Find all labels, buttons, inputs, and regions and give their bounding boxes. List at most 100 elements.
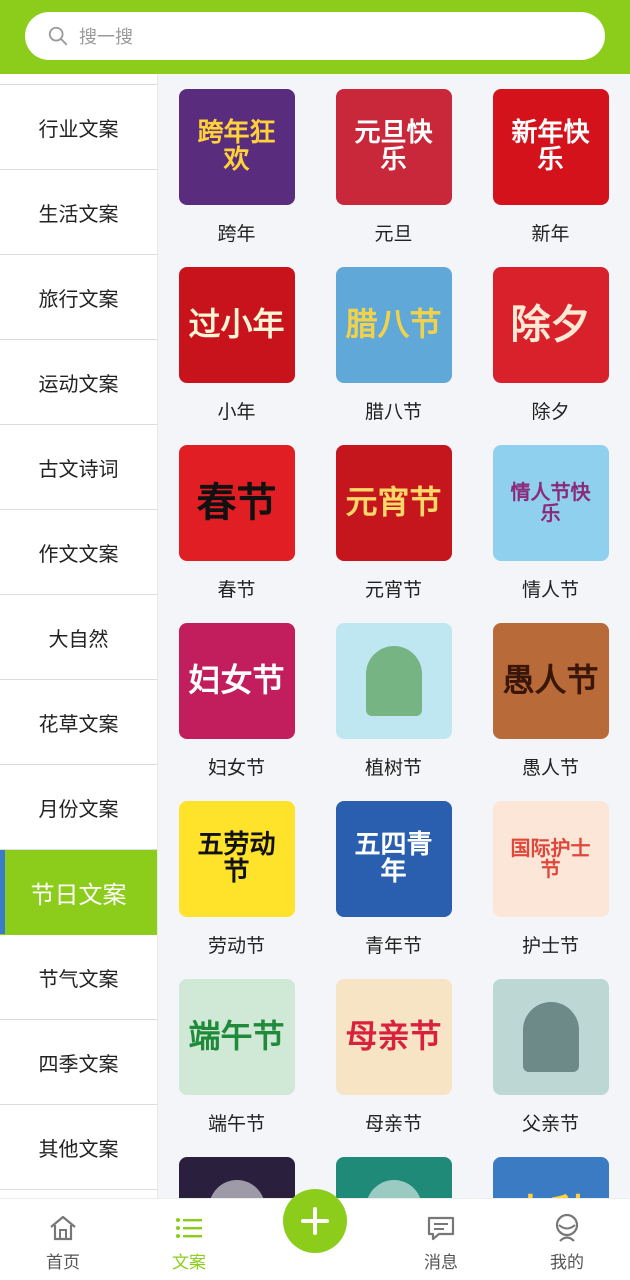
festival-label: 春节 (217, 579, 256, 601)
festival-grid-panel: 跨年狂欢 跨年 元旦快乐 元旦 新年快乐 新年 过小年 小年 腊八节 腊八节 除夕 除夕 春节 春节 元宵节… (158, 74, 630, 1198)
festival-thumbnail: 端午节 (178, 979, 295, 1095)
festival-thumbnail: 母亲节 (335, 979, 452, 1095)
festival-thumbnail: 新年快乐 (492, 89, 609, 205)
sidebar-item[interactable]: 旅行文案 (0, 255, 157, 340)
festival-label: 除夕 (531, 401, 570, 423)
nav-mine-label: 我的 (550, 1253, 584, 1273)
festival-thumbnail-art: 情人节快乐 (510, 480, 591, 525)
festival-card[interactable]: 妇女节 妇女节 (158, 623, 315, 801)
festival-card[interactable]: 元旦快乐 元旦 (315, 89, 472, 267)
festival-label: 愚人节 (521, 757, 579, 779)
chat-bubble-icon (427, 1216, 455, 1241)
festival-label: 护士节 (521, 935, 579, 957)
nav-messages-label: 消息 (424, 1253, 458, 1273)
festival-card[interactable]: 国际护士节 护士节 (472, 801, 629, 979)
festival-thumbnail-art: 腊八节 (345, 305, 442, 344)
sidebar-item[interactable]: 大自然 (0, 595, 157, 680)
festival-card[interactable]: 元宵节 元宵节 (315, 445, 472, 623)
festival-thumbnail: 五四青年 (335, 801, 452, 917)
festival-thumbnail-art: 春节 (196, 479, 277, 526)
festival-thumbnail-art: 元旦快乐 (354, 117, 433, 175)
festival-thumbnail: 元旦快乐 (335, 89, 452, 205)
festival-card[interactable]: 植树节 (315, 623, 472, 801)
festival-thumbnail-art: 新年快乐 (511, 117, 590, 175)
festival-label: 元旦 (374, 223, 413, 245)
list-icon (176, 1218, 202, 1238)
festival-card[interactable]: 过小年 小年 (158, 267, 315, 445)
festival-label: 父亲节 (521, 1113, 579, 1135)
festival-card[interactable]: 端午节 端午节 (158, 979, 315, 1157)
festival-thumbnail-art: 妇女节 (188, 661, 285, 700)
festival-card[interactable] (158, 1157, 315, 1198)
festival-thumbnail-illustration (365, 646, 422, 716)
festival-thumbnail: 春节 (178, 445, 295, 561)
festival-label: 腊八节 (364, 401, 422, 423)
nav-home-label: 首页 (46, 1253, 80, 1273)
festival-card[interactable]: 母亲节 母亲节 (315, 979, 472, 1157)
festival-thumbnail: 跨年狂欢 (178, 89, 295, 205)
sidebar-item[interactable]: 行业文案 (0, 85, 157, 170)
festival-thumbnail: 元宵节 (335, 445, 452, 561)
festival-label: 情人节 (521, 579, 579, 601)
sidebar-item[interactable]: 运动文案 (0, 340, 157, 425)
nav-mine[interactable]: 我的 (504, 1199, 630, 1280)
festival-label: 劳动节 (207, 935, 265, 957)
festival-card[interactable]: 春节 春节 (158, 445, 315, 623)
add-button[interactable] (283, 1189, 347, 1253)
sidebar-divider (0, 74, 157, 85)
festival-thumbnail-illustration (522, 1002, 579, 1072)
festival-thumbnail-art: 五四青年 (354, 829, 433, 887)
festival-card[interactable]: 跨年狂欢 跨年 (158, 89, 315, 267)
festival-thumbnail: 中秋 (492, 1157, 609, 1198)
search-input[interactable]: 搜一搜 (25, 12, 605, 60)
festival-thumbnail-art: 元宵节 (345, 483, 442, 522)
festival-thumbnail: 除夕 (492, 267, 609, 383)
festival-label: 青年节 (364, 935, 422, 957)
sidebar-item[interactable]: 月份文案 (0, 765, 157, 850)
sidebar-item[interactable]: 生活文案 (0, 170, 157, 255)
festival-card[interactable]: 除夕 除夕 (472, 267, 629, 445)
festival-label: 小年 (217, 401, 256, 423)
festival-thumbnail: 国际护士节 (492, 801, 609, 917)
festival-thumbnail: 妇女节 (178, 623, 295, 739)
festival-card[interactable]: 五劳动节 劳动节 (158, 801, 315, 979)
sidebar-item[interactable]: 节气文案 (0, 935, 157, 1020)
sidebar-item[interactable]: 节日文案 (0, 850, 157, 935)
category-sidebar: 行业文案 生活文案 旅行文案 运动文案 古文诗词 作文文案 大自然 花草文案 月份文案 节日文案节… (0, 74, 158, 1198)
nav-copy[interactable]: 文案 (126, 1199, 252, 1280)
sidebar-list: 行业文案 生活文案 旅行文案 运动文案 古文诗词 作文文案 大自然 花草文案 月份文案 节日文案节… (0, 85, 157, 1190)
festival-thumbnail (335, 1157, 452, 1198)
festival-thumbnail (178, 1157, 295, 1198)
sidebar-item[interactable]: 古文诗词 (0, 425, 157, 510)
profile-icon (555, 1213, 579, 1242)
festival-label: 新年 (531, 223, 570, 245)
festival-label: 植树节 (364, 757, 422, 779)
festival-thumbnail: 腊八节 (335, 267, 452, 383)
festival-label: 母亲节 (364, 1113, 422, 1135)
festival-card[interactable]: 五四青年 青年节 (315, 801, 472, 979)
festival-card[interactable]: 父亲节 (472, 979, 629, 1157)
sidebar-item[interactable]: 花草文案 (0, 680, 157, 765)
festival-card[interactable]: 腊八节 腊八节 (315, 267, 472, 445)
festival-thumbnail: 过小年 (178, 267, 295, 383)
festival-card[interactable]: 新年快乐 新年 (472, 89, 629, 267)
festival-thumbnail: 情人节快乐 (492, 445, 609, 561)
festival-thumbnail: 五劳动节 (178, 801, 295, 917)
festival-card[interactable] (315, 1157, 472, 1198)
festival-thumbnail-art: 愚人节 (502, 661, 599, 700)
search-icon (48, 26, 68, 46)
nav-messages[interactable]: 消息 (378, 1199, 504, 1280)
festival-card[interactable]: 愚人节 愚人节 (472, 623, 629, 801)
festival-label: 元宵节 (364, 579, 422, 601)
festival-thumbnail: 愚人节 (492, 623, 609, 739)
sidebar-item[interactable]: 四季文案 (0, 1020, 157, 1105)
nav-home[interactable]: 首页 (0, 1199, 126, 1280)
festival-card[interactable]: 情人节快乐 情人节 (472, 445, 629, 623)
nav-copy-label: 文案 (172, 1253, 206, 1273)
festival-card[interactable]: 中秋 (472, 1157, 629, 1198)
festival-thumbnail-illustration (208, 1180, 265, 1198)
festival-thumbnail-illustration (365, 1180, 422, 1198)
sidebar-item[interactable]: 作文文案 (0, 510, 157, 595)
bottom-nav: 首页 文案 消息 我的 (0, 1189, 630, 1280)
sidebar-item[interactable]: 其他文案 (0, 1105, 157, 1190)
